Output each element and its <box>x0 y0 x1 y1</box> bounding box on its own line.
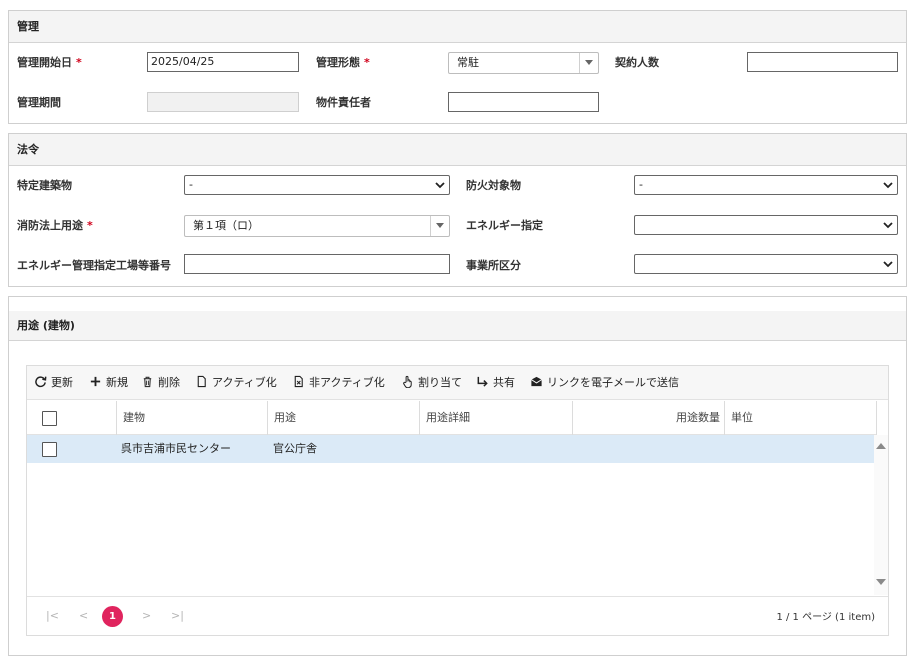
chevron-down-icon <box>883 182 893 189</box>
energy-factory-number-field[interactable] <box>184 254 450 274</box>
fire-prevention-target-value: - <box>639 178 643 191</box>
management-period-label: 管理期間 <box>17 96 61 109</box>
activate-button[interactable]: アクティブ化 <box>195 375 277 391</box>
required-marker: * <box>364 56 370 69</box>
new-button[interactable]: 新規 <box>89 375 128 391</box>
combobox-dropdown-button[interactable] <box>430 216 449 236</box>
select-all-checkbox[interactable] <box>42 411 57 426</box>
last-page-button[interactable]: >| <box>171 609 184 622</box>
current-page-indicator[interactable]: 1 <box>102 606 123 627</box>
required-marker: * <box>87 219 93 232</box>
management-form-combobox[interactable]: 常駐 <box>448 52 599 74</box>
cell-use[interactable]: 官公庁舎 <box>273 435 317 463</box>
table-row[interactable]: 呉市吉浦市民センター 官公庁舎 <box>27 435 874 463</box>
email-link-button[interactable]: リンクを電子メールで送信 <box>530 375 679 391</box>
management-section-title: 管理 <box>9 11 906 43</box>
refresh-icon <box>35 376 47 388</box>
energy-designation-label: エネルギー指定 <box>466 219 543 232</box>
fire-prevention-target-select[interactable]: - <box>634 175 898 195</box>
management-form-label: 管理形態 * <box>316 56 370 69</box>
refresh-button[interactable]: 更新 <box>34 375 73 391</box>
management-period-field <box>147 92 299 112</box>
specific-building-value: - <box>189 178 193 191</box>
start-date-field[interactable]: 2025/04/25 <box>147 52 299 72</box>
scroll-up-arrow-icon[interactable] <box>876 442 886 450</box>
scroll-down-arrow-icon[interactable] <box>876 578 886 586</box>
share-arrow-icon <box>477 376 488 387</box>
property-manager-field[interactable] <box>448 92 599 112</box>
row-checkbox[interactable] <box>42 442 57 457</box>
share-button[interactable]: 共有 <box>476 375 515 391</box>
fire-prevention-target-label: 防火対象物 <box>466 179 521 192</box>
trash-icon <box>143 376 152 388</box>
column-header-building[interactable]: 建物 <box>116 401 268 435</box>
caret-down-icon <box>585 60 593 65</box>
usage-section-title: 用途 (建物) <box>9 311 906 341</box>
combobox-dropdown-button[interactable] <box>579 53 598 73</box>
specific-building-label: 特定建築物 <box>17 179 72 192</box>
vertical-scrollbar[interactable] <box>874 435 888 595</box>
fire-law-use-label: 消防法上用途 * <box>17 219 93 232</box>
required-marker: * <box>76 56 82 69</box>
prev-page-button[interactable]: < <box>79 609 88 622</box>
caret-down-icon <box>436 223 444 228</box>
current-page-number: 1 <box>109 611 116 622</box>
column-header-use-detail[interactable]: 用途詳細 <box>420 401 573 435</box>
specific-building-select[interactable]: - <box>184 175 450 195</box>
hand-pointer-icon <box>403 375 412 388</box>
plus-icon <box>90 376 101 387</box>
property-manager-label: 物件責任者 <box>316 96 371 109</box>
energy-factory-number-label: エネルギー管理指定工場等番号 <box>17 259 171 272</box>
cell-building[interactable]: 呉市吉浦市民センター <box>121 435 231 463</box>
energy-designation-select[interactable] <box>634 215 898 235</box>
next-page-button[interactable]: > <box>142 609 151 622</box>
fire-law-use-combobox[interactable]: 第１項（ロ） <box>184 215 450 237</box>
contract-count-label: 契約人数 <box>615 56 659 69</box>
start-date-label: 管理開始日 * <box>17 56 82 69</box>
document-x-icon <box>294 375 303 388</box>
office-class-label: 事業所区分 <box>466 259 521 272</box>
column-header-unit[interactable]: 単位 <box>725 401 877 435</box>
document-icon <box>197 375 206 388</box>
management-form-value: 常駐 <box>457 56 479 69</box>
delete-button[interactable]: 削除 <box>141 375 180 391</box>
assign-button[interactable]: 割り当て <box>401 375 462 391</box>
law-section-title: 法令 <box>9 134 906 166</box>
contract-count-field[interactable] <box>747 52 898 72</box>
pager-summary: 1 / 1 ページ (1 item) <box>776 612 875 623</box>
column-header-use[interactable]: 用途 <box>268 401 420 435</box>
header-scroll-spacer <box>876 401 888 435</box>
deactivate-button[interactable]: 非アクティブ化 <box>292 375 385 391</box>
first-page-button[interactable]: |< <box>46 609 59 622</box>
chevron-down-icon <box>435 182 445 189</box>
email-icon <box>531 376 542 387</box>
fire-law-use-value: 第１項（ロ） <box>193 219 259 232</box>
column-header-quantity[interactable]: 用途数量 <box>573 401 725 435</box>
chevron-down-icon <box>883 261 893 268</box>
office-class-select[interactable] <box>634 254 898 274</box>
chevron-down-icon <box>883 222 893 229</box>
